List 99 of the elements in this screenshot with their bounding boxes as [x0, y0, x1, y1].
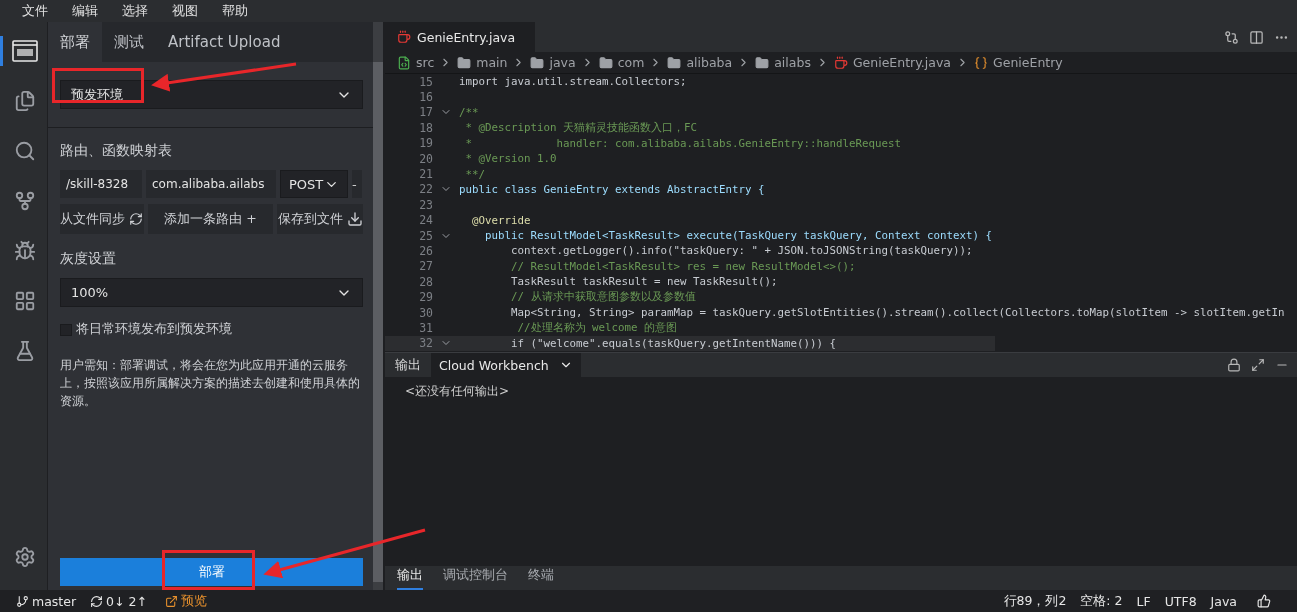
line-number: 17 — [418, 105, 433, 120]
line-number: 16 — [418, 90, 433, 105]
breadcrumb[interactable]: alibaba — [686, 55, 733, 70]
line-number: 18 — [418, 120, 433, 135]
output-text: <还没有任何输出> — [405, 384, 510, 398]
code-line: import java.util.stream.Collectors; — [459, 75, 687, 89]
line-number: 30 — [418, 305, 433, 320]
breadcrumb[interactable]: com — [617, 55, 645, 70]
method-select[interactable]: POST — [280, 170, 348, 198]
line-number: 26 — [418, 244, 433, 258]
line-number: 23 — [418, 197, 433, 212]
breadcrumb[interactable]: GenieEntry — [993, 55, 1063, 70]
status-item[interactable]: UTF8 — [1164, 593, 1197, 609]
code-line: * handler: com.alibaba.ailabs.GenieEntry::handleRequest — [464, 136, 902, 150]
code-line: Map<String, String> paramMap = taskQuery.getSlotEntities().stream().collect(Collectors.toMap(slotItem -> slotItem.getIn — [510, 306, 1285, 320]
code-line: @Override — [471, 213, 531, 227]
menu-item[interactable]: 帮助 — [212, 2, 258, 20]
lock-icon[interactable] — [1227, 358, 1241, 372]
channel-select[interactable]: Cloud Workbench — [431, 353, 581, 377]
section-title: 灰度设置 — [60, 250, 117, 268]
branch-name[interactable]: master — [32, 593, 77, 609]
line-number: 19 — [418, 136, 433, 151]
code-line: **/ — [464, 167, 485, 181]
code-line: context.getLogger().info("taskQuery: " + JSON.toJSONString(taskQuery)); — [510, 244, 973, 258]
folder-icon — [667, 55, 682, 70]
panel-tab[interactable]: 部署 — [48, 22, 102, 62]
line-number: 25 — [418, 228, 433, 243]
line-number: 31 — [418, 320, 433, 335]
status-item[interactable]: 行89，列2 — [1003, 592, 1067, 610]
checkbox-label: 将日常环境发布到预发环境 — [76, 321, 232, 338]
cup-icon — [397, 30, 411, 44]
panel-tab[interactable]: Artifact Upload — [156, 22, 293, 62]
line-number: 28 — [418, 274, 433, 289]
code-line: if ("welcome".equals(taskQuery.getIntentName())) { — [510, 336, 837, 350]
preview-link[interactable]: 预览 — [180, 592, 207, 610]
path-field[interactable]: /skill-8328 — [60, 170, 142, 198]
code-line: public ResultModel<TaskResult> execute(TaskQuery taskQuery, Context context) { — [484, 229, 993, 243]
folder-icon — [598, 55, 613, 70]
code-line: // ResultModel<TaskResult> res = new ResultModel<>(); — [510, 259, 856, 273]
folder-icon — [755, 55, 770, 70]
editor-tab[interactable]: GenieEntry.java — [385, 22, 535, 52]
breadcrumb[interactable]: main — [476, 55, 508, 70]
code-line: // 从请求中获取意图参数以及参数值 — [510, 290, 696, 305]
thumbs-up-icon[interactable] — [1257, 594, 1271, 608]
line-number: 32 — [418, 336, 433, 351]
route-action-button[interactable]: 添加一条路由 + — [147, 204, 274, 234]
line-number: 24 — [418, 213, 433, 228]
external-link-icon — [164, 594, 178, 608]
code-line: /** — [459, 105, 479, 119]
code-line: //处理名称为 welcome 的意图 — [516, 320, 677, 335]
output-title: 输出 — [394, 356, 422, 374]
remove-button[interactable]: - — [352, 170, 362, 198]
code-line: * @Description 天猫精灵技能函数入口，FC — [464, 120, 697, 135]
breadcrumb[interactable]: GenieEntry.java — [852, 55, 951, 70]
folder-icon — [457, 55, 472, 70]
menu-item[interactable]: 文件 — [12, 2, 58, 20]
panel-tab[interactable]: 测试 — [102, 22, 156, 62]
checkbox[interactable] — [60, 323, 72, 336]
branch-icon — [16, 594, 29, 608]
menu-item[interactable]: 编辑 — [62, 2, 108, 20]
line-number: 20 — [418, 151, 433, 166]
menu-item[interactable]: 视图 — [162, 2, 208, 20]
download-icon — [346, 211, 363, 227]
sync-icon — [90, 594, 104, 608]
line-number: 27 — [418, 259, 433, 274]
line-number: 22 — [418, 182, 433, 197]
status-item[interactable]: 空格: 2 — [1080, 592, 1123, 610]
breadcrumb[interactable]: src — [416, 55, 435, 70]
status-item[interactable]: LF — [1136, 593, 1151, 609]
line-number: 21 — [418, 167, 433, 182]
menu-item[interactable]: 选择 — [112, 2, 158, 20]
sync-status[interactable]: 0↓ 2↑ — [106, 593, 151, 609]
panel-tab[interactable]: 调试控制台 — [443, 567, 508, 590]
panel-tab[interactable]: 终端 — [528, 567, 554, 590]
route-action-button[interactable]: 保存到文件 — [277, 204, 363, 234]
class-icon — [974, 55, 988, 70]
percentage-select[interactable]: 100% — [60, 278, 363, 307]
breadcrumb[interactable]: ailabs — [774, 55, 811, 70]
folder-icon — [530, 55, 545, 70]
route-action-button[interactable]: 从文件同步 — [60, 204, 144, 234]
split-icon[interactable] — [1249, 29, 1264, 45]
compare-icon[interactable] — [1224, 29, 1239, 45]
code-line: public class GenieEntry extends AbstractEntry { — [459, 182, 765, 196]
cup-icon — [833, 55, 848, 70]
notice-text: 用户需知：部署调试，将会在您为此应用开通的云服务上，按照该应用所属解决方案的描述去创建和使用具体的资源。 — [60, 357, 361, 410]
code-folder-icon — [397, 55, 411, 70]
status-item[interactable]: Java — [1210, 593, 1237, 609]
breadcrumb[interactable]: java — [549, 55, 576, 70]
refresh-icon — [129, 212, 144, 226]
code-line: TaskResult taskResult = new TaskResult(); — [510, 275, 778, 289]
line-number: 29 — [418, 290, 433, 305]
environment-select[interactable]: 预发环境 — [60, 80, 363, 109]
deploy-button[interactable]: 部署 — [60, 558, 363, 586]
scrollbar[interactable] — [373, 22, 383, 590]
line-number: 15 — [418, 74, 433, 89]
section-title: 路由、函数映射表 — [60, 142, 173, 160]
code-line: * @Version 1.0 — [464, 152, 557, 166]
handler-field[interactable]: com.alibaba.ailabs — [146, 170, 276, 198]
maximize-icon[interactable] — [1251, 358, 1265, 372]
